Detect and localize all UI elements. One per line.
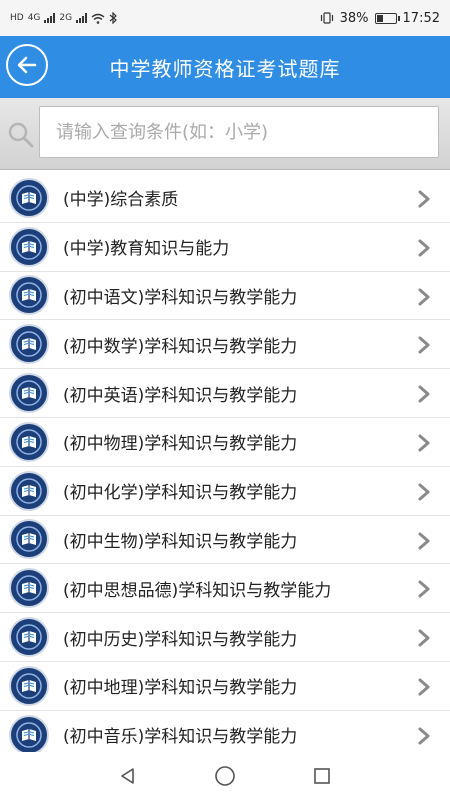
book-emblem-icon (9, 421, 49, 462)
book-emblem-icon (9, 324, 49, 365)
network-4g-label: 4G (27, 13, 41, 23)
book-emblem-icon (9, 275, 49, 316)
chevron-right-icon (418, 532, 430, 550)
chevron-right-icon (418, 434, 430, 452)
list-item[interactable]: (初中化学)学科知识与教学能力 (0, 467, 450, 516)
list-item-label: (中学)综合素质 (63, 190, 179, 211)
hd-indicator: HD (10, 13, 24, 23)
battery-percent: 38% (339, 10, 369, 26)
search-input[interactable] (39, 106, 439, 158)
list-item[interactable]: (初中生物)学科知识与教学能力 (0, 516, 450, 565)
chevron-right-icon (418, 336, 430, 354)
chevron-right-icon (418, 727, 430, 745)
list-item-label: (初中化学)学科知识与教学能力 (63, 483, 298, 504)
list-item[interactable]: (初中地理)学科知识与教学能力 (0, 662, 450, 711)
chevron-right-icon (418, 288, 430, 306)
list-item-label: (初中思想品德)学科知识与教学能力 (63, 580, 332, 601)
book-emblem-icon (9, 617, 49, 658)
page-title: 中学教师资格证考试题库 (109, 56, 341, 81)
list-item-label: (初中英语)学科知识与教学能力 (63, 385, 298, 406)
search-icon[interactable] (6, 120, 36, 150)
wifi-icon (91, 13, 105, 24)
list-item[interactable]: (初中物理)学科知识与教学能力 (0, 418, 450, 467)
square-recent-icon (313, 768, 330, 784)
network-2g-label: 2G (59, 13, 73, 23)
back-button[interactable] (6, 44, 48, 86)
chevron-right-icon (418, 580, 430, 598)
list-item-label: (初中物理)学科知识与教学能力 (63, 434, 298, 455)
book-emblem-icon (9, 177, 49, 218)
book-emblem-icon (9, 568, 49, 609)
signal-icon-2 (76, 13, 88, 23)
clock: 17:52 (402, 10, 440, 26)
chevron-right-icon (418, 385, 430, 403)
list-item[interactable]: (初中英语)学科知识与教学能力 (0, 369, 450, 418)
book-emblem-icon (9, 226, 49, 267)
bluetooth-icon (109, 12, 117, 24)
list-item-label: (初中地理)学科知识与教学能力 (63, 678, 298, 699)
title-bar: 中学教师资格证考试题库 (0, 36, 450, 98)
chevron-right-icon (418, 629, 430, 647)
nav-home-button[interactable] (213, 764, 237, 788)
list-item[interactable]: (初中语文)学科知识与教学能力 (0, 272, 450, 321)
list-item-label: (初中生物)学科知识与教学能力 (63, 531, 298, 552)
book-emblem-icon (9, 665, 49, 706)
book-emblem-icon (9, 470, 49, 511)
nav-recent-button[interactable] (310, 764, 334, 788)
status-left: HD 4G 2G (10, 12, 117, 24)
signal-icon (44, 13, 56, 23)
book-emblem-icon (9, 714, 49, 755)
triangle-back-icon (121, 768, 135, 784)
book-emblem-icon (9, 519, 49, 560)
exam-list: (中学)综合素质 (中学)教育知识与能力 (初中语文)学科知识与教学能力 (初中数学)… (0, 174, 450, 760)
list-item-label: (中学)教育知识与能力 (63, 239, 230, 260)
circle-home-icon (215, 766, 235, 786)
list-item-label: (初中语文)学科知识与教学能力 (63, 287, 298, 308)
list-item[interactable]: (初中数学)学科知识与教学能力 (0, 320, 450, 370)
vibrate-icon (320, 12, 333, 24)
list-item[interactable]: (初中历史)学科知识与教学能力 (0, 613, 450, 662)
book-emblem-icon (9, 373, 49, 414)
list-item-label: (初中数学)学科知识与教学能力 (63, 336, 298, 357)
chevron-right-icon (418, 678, 430, 696)
chevron-right-icon (418, 190, 430, 208)
status-right: 38% 17:52 (320, 11, 440, 26)
list-item-label: (初中音乐)学科知识与教学能力 (63, 727, 298, 748)
chevron-right-icon (418, 239, 430, 257)
system-nav-bar (0, 752, 450, 800)
search-area (0, 98, 450, 170)
nav-back-button[interactable] (116, 764, 140, 788)
chevron-right-icon (418, 483, 430, 501)
battery-icon (374, 12, 400, 24)
list-item[interactable]: (中学)综合素质 (0, 174, 450, 223)
back-arrow-icon (17, 56, 37, 74)
list-item[interactable]: (中学)教育知识与能力 (0, 223, 450, 272)
status-bar: HD 4G 2G 38% 17:52 (0, 0, 450, 36)
list-item-label: (初中历史)学科知识与教学能力 (63, 629, 298, 650)
list-item[interactable]: (初中思想品德)学科知识与教学能力 (0, 564, 450, 614)
